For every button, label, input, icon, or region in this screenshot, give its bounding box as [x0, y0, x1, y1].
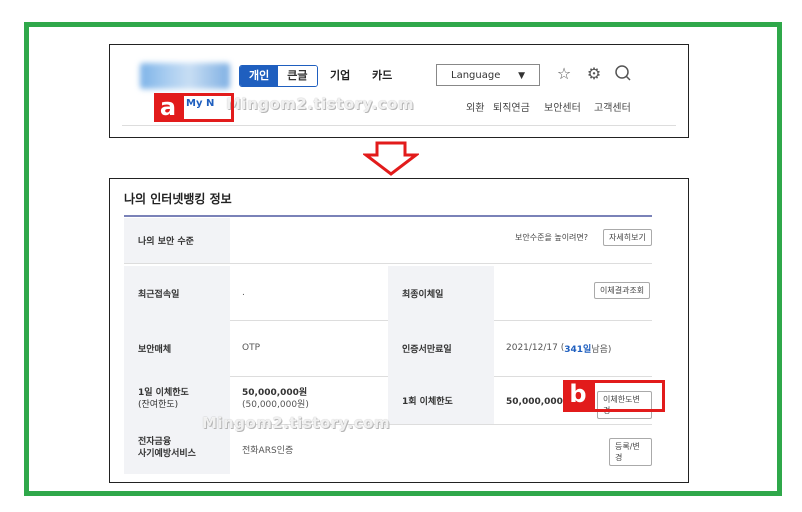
nav-foreign-exchange[interactable]: 외환 [466, 99, 484, 114]
language-select[interactable]: Language ▼ [436, 64, 540, 86]
last-transfer-label: 최종이체일 [388, 266, 494, 320]
annotation-a-label: a [154, 93, 182, 122]
daily-limit-remaining-title: (잔여한도) [138, 400, 179, 410]
nav-business[interactable]: 기업 [330, 67, 350, 83]
cert-expiry-value: 2021/12/17 ( 341일 남음) [494, 320, 652, 376]
cert-expiry-suffix: 남음) [591, 344, 612, 355]
cert-expiry-days: 341일 [564, 344, 592, 355]
cert-expiry-date: 2021/12/17 ( [506, 343, 565, 353]
annotation-b-label: b [563, 380, 593, 412]
transfer-result-button[interactable]: 이체결과조회 [594, 282, 651, 299]
page-title: 나의 인터넷뱅킹 정보 [124, 192, 232, 206]
daily-limit-remaining: (50,000,000원) [242, 400, 309, 410]
annotation-b-box [592, 380, 665, 412]
bank-header-panel: 개인 큰글 기업 카드 Language ▼ ☆ ⚙ My N 외환 퇴직연금 … [109, 44, 689, 138]
title-underline [124, 215, 652, 217]
security-level-value [230, 218, 652, 263]
fraud-title-2: 사기예방서비스 [138, 449, 196, 459]
annotation-a-box [181, 93, 234, 122]
fraud-title: 전자금융 [138, 437, 172, 447]
header-divider [122, 125, 676, 126]
row-security-medium: 보안매체 OTP 인증서만료일 2021/12/17 ( 341일 남음) [124, 320, 652, 377]
details-button[interactable]: 자세히보기 [603, 229, 652, 246]
nav-security-center[interactable]: 보안센터 [544, 99, 581, 114]
down-arrow-icon [363, 141, 419, 176]
nav-card[interactable]: 카드 [372, 67, 392, 83]
mode-toggle: 개인 큰글 [239, 65, 318, 87]
gear-icon[interactable]: ⚙ [584, 64, 604, 84]
recent-login-value: . [242, 288, 245, 298]
security-medium-label: 보안매체 [124, 320, 230, 376]
watermark-bottom: Mingom2.tistory.com [202, 414, 391, 432]
tab-personal[interactable]: 개인 [240, 66, 279, 86]
daily-limit-title: 1일 이체한도 [138, 388, 189, 398]
nav-retirement-pension[interactable]: 퇴직연금 [493, 99, 530, 114]
language-label: Language [451, 70, 501, 81]
tab-large-text[interactable]: 큰글 [278, 66, 317, 86]
cert-expiry-label: 인증서만료일 [388, 320, 494, 376]
star-icon[interactable]: ☆ [554, 64, 574, 84]
once-limit-label: 1회 이체한도 [388, 376, 494, 424]
nav-customer-center[interactable]: 고객센터 [594, 99, 631, 114]
row-security-level: 나의 보안 수준 보안수준을 높이려면? 자세히보기 [124, 218, 652, 264]
search-icon[interactable] [613, 64, 633, 84]
recent-login-label: 최근접속일 [124, 266, 230, 320]
internet-banking-info-panel: 나의 인터넷뱅킹 정보 나의 보안 수준 보안수준을 높이려면? 자세히보기 최… [109, 178, 689, 483]
watermark-top: Mingom2.tistory.com [226, 95, 415, 113]
register-change-button[interactable]: 등록/변경 [609, 438, 652, 466]
security-medium-value: OTP [242, 343, 261, 353]
daily-limit-amount: 50,000,000원 [242, 388, 308, 398]
row-recent-login: 최근접속일 . 최종이체일 이체결과조회 [124, 266, 652, 321]
bank-logo-blurred [140, 63, 230, 89]
security-level-label: 나의 보안 수준 [124, 218, 230, 263]
security-level-hint: 보안수준을 높이려면? [515, 233, 589, 242]
chevron-down-icon: ▼ [518, 71, 525, 81]
